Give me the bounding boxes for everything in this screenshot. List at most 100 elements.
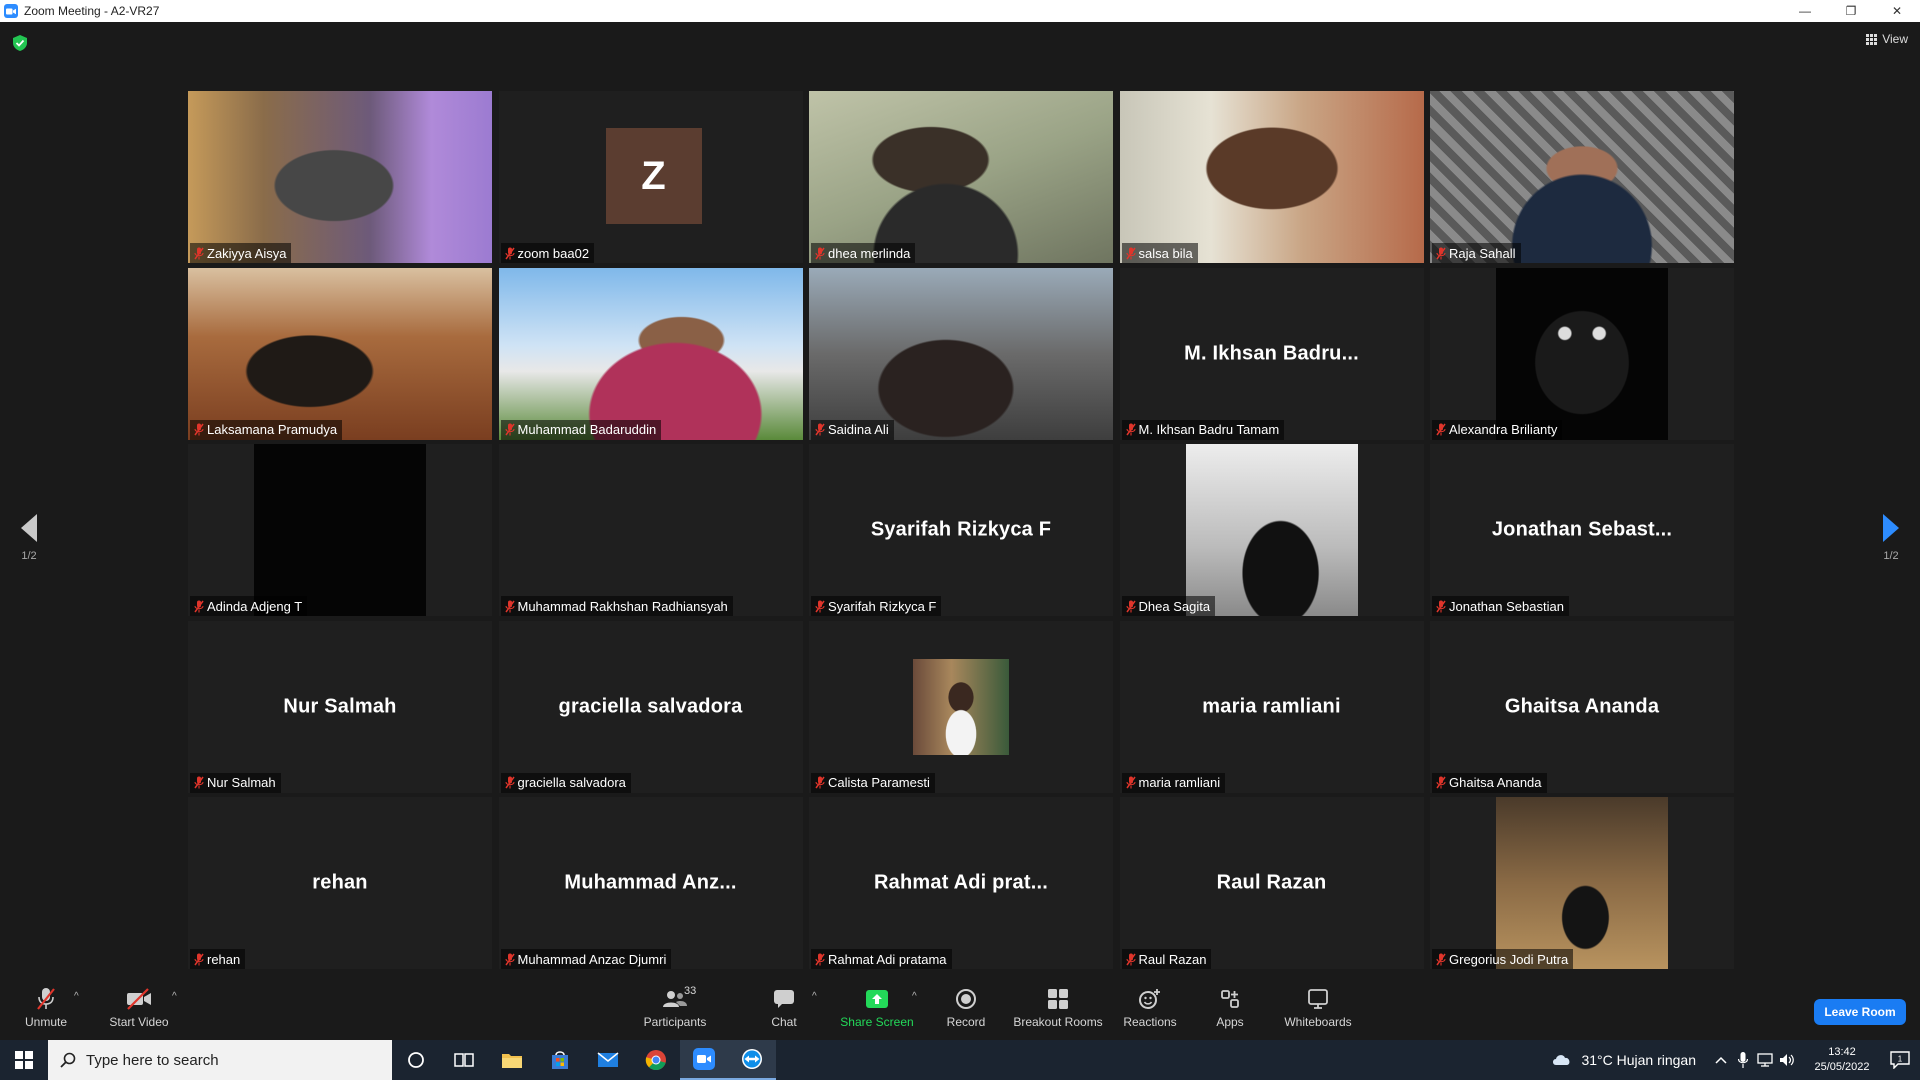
participant-tile[interactable]: Rahmat Adi prat... Rahmat Adi pratama — [809, 797, 1113, 969]
network-tray-icon[interactable] — [1754, 1053, 1776, 1067]
participant-tile[interactable]: Muhammad Badaruddin — [498, 267, 803, 440]
record-icon — [953, 987, 979, 1011]
taskbar-search-box[interactable]: Type here to search — [48, 1040, 392, 1080]
file-explorer-taskbar-icon[interactable] — [488, 1040, 536, 1080]
close-button[interactable]: ✕ — [1874, 0, 1920, 22]
chrome-icon — [645, 1050, 666, 1071]
show-hidden-icons-button[interactable] — [1710, 1056, 1732, 1064]
chat-button[interactable]: Chat — [764, 975, 804, 1040]
participant-name-label: salsa bila — [1121, 243, 1198, 263]
mail-taskbar-icon[interactable] — [584, 1040, 632, 1080]
breakout-rooms-label: Breakout Rooms — [1013, 1014, 1103, 1029]
restore-button[interactable]: ❐ — [1828, 0, 1874, 22]
previous-page-button[interactable]: 1/2 — [14, 514, 44, 562]
muted-mic-icon — [1125, 600, 1136, 613]
participant-tile[interactable]: Gregorius Jodi Putra — [1430, 797, 1734, 969]
participant-name-label: Adinda Adjeng T — [190, 596, 308, 616]
participant-tile[interactable]: Raja Sahall — [1430, 91, 1734, 263]
participant-name-label: zoom baa02 — [500, 243, 595, 263]
volume-tray-icon[interactable] — [1776, 1053, 1798, 1067]
participant-name-label: rehan — [190, 949, 246, 969]
whiteboards-button[interactable]: Whiteboards — [1280, 975, 1356, 1040]
cortana-button[interactable] — [392, 1040, 440, 1080]
chat-options-caret[interactable]: ^ — [812, 991, 817, 1002]
participant-tile[interactable]: Zakiyya Aisya — [188, 91, 492, 263]
action-center-button[interactable]: 1 — [1880, 1051, 1920, 1069]
participant-tile[interactable]: Adinda Adjeng T — [188, 444, 492, 616]
participant-name: Raja Sahall — [1449, 245, 1516, 261]
window-title: Zoom Meeting - A2-VR27 — [24, 4, 160, 18]
participant-tile[interactable]: maria ramliani maria ramliani — [1119, 620, 1424, 793]
participant-display-name: Syarifah Rizkyca F — [870, 518, 1052, 541]
participant-tile[interactable]: Alexandra Brilianty — [1430, 267, 1734, 440]
notification-icon: 1 — [1890, 1051, 1910, 1069]
participant-tile[interactable]: Dhea Sagita — [1119, 444, 1424, 616]
notification-count: 1 — [1898, 1055, 1903, 1064]
participants-icon: 33 — [662, 985, 696, 1011]
participant-display-name: Ghaitsa Ananda — [1504, 695, 1660, 717]
microsoft-store-taskbar-icon[interactable] — [536, 1040, 584, 1080]
cortana-circle-icon — [408, 1052, 424, 1068]
encryption-shield-icon[interactable] — [13, 35, 27, 51]
participant-tile[interactable]: rehan rehan — [188, 797, 492, 969]
next-page-button[interactable]: 1/2 — [1876, 514, 1906, 562]
audio-options-caret[interactable]: ^ — [74, 991, 79, 1002]
breakout-rooms-button[interactable]: Breakout Rooms — [1012, 975, 1104, 1040]
microphone-tray-icon[interactable] — [1732, 1052, 1754, 1068]
participant-tile[interactable]: Calista Paramesti — [809, 620, 1113, 793]
participant-tile[interactable]: graciella salvadora graciella salvadora — [498, 620, 803, 793]
clock-time: 13:42 — [1828, 1046, 1856, 1058]
muted-mic-icon — [1436, 953, 1446, 966]
participant-name-label: graciella salvadora — [500, 772, 631, 793]
participant-tile[interactable]: Nur Salmah Nur Salmah — [188, 620, 492, 793]
participant-name: Muhammad Badaruddin — [517, 422, 657, 437]
participant-tile[interactable]: Jonathan Sebast... Jonathan Sebastian — [1430, 444, 1734, 616]
participant-tile[interactable]: Muhammad Rakhshan Radhiansyah — [498, 444, 803, 616]
participant-name: Muhammad Rakhshan Radhiansyah — [517, 598, 728, 614]
weather-widget[interactable]: 31°C Hujan ringan — [1551, 1052, 1696, 1068]
participant-name-label: Raja Sahall — [1432, 243, 1521, 263]
share-screen-label: Share Screen — [840, 1014, 914, 1029]
video-options-caret[interactable]: ^ — [172, 991, 177, 1002]
zoom-taskbar-icon[interactable] — [680, 1040, 728, 1080]
share-screen-button[interactable]: Share Screen — [840, 975, 914, 1040]
page-indicator-right: 1/2 — [1883, 550, 1899, 562]
participants-button[interactable]: 33 Participants — [640, 975, 710, 1040]
participant-name-label: Muhammad Badaruddin — [500, 419, 662, 440]
participant-tile[interactable]: Laksamana Pramudya — [188, 267, 492, 440]
participant-tile[interactable]: Saidina Ali — [809, 267, 1113, 440]
unmute-button[interactable]: Unmute — [22, 975, 70, 1040]
participant-display-name: maria ramliani — [1202, 695, 1341, 717]
record-button[interactable]: Record — [940, 975, 992, 1040]
muted-mic-icon — [194, 247, 204, 260]
record-label: Record — [946, 1014, 986, 1029]
leave-room-button[interactable]: Leave Room — [1814, 999, 1906, 1025]
muted-mic-icon — [815, 247, 825, 260]
muted-mic-icon — [504, 776, 515, 789]
apps-button[interactable]: Apps — [1210, 975, 1250, 1040]
muted-mic-icon — [815, 423, 825, 436]
share-options-caret[interactable]: ^ — [912, 991, 917, 1002]
task-view-button[interactable] — [440, 1040, 488, 1080]
participant-tile[interactable]: Ghaitsa Ananda Ghaitsa Ananda — [1430, 620, 1734, 793]
participant-tile[interactable]: dhea merlinda — [809, 91, 1113, 263]
participant-display-name: Rahmat Adi prat... — [874, 871, 1048, 894]
participant-name-label: Syarifah Rizkyca F — [811, 596, 942, 616]
muted-mic-icon — [194, 600, 204, 613]
windows-start-button[interactable] — [0, 1040, 48, 1080]
taskbar-clock[interactable]: 13:42 25/05/2022 — [1804, 1045, 1880, 1075]
participant-tile[interactable]: Zzoom baa02 — [498, 91, 803, 263]
participant-tile[interactable]: Raul Razan Raul Razan — [1119, 797, 1424, 969]
start-video-button[interactable]: Start Video — [104, 975, 174, 1040]
minimize-button[interactable]: — — [1782, 0, 1828, 22]
reactions-button[interactable]: Reactions — [1122, 975, 1178, 1040]
teamviewer-taskbar-icon[interactable] — [728, 1040, 776, 1080]
participant-tile[interactable]: Syarifah Rizkyca F Syarifah Rizkyca F — [809, 444, 1113, 616]
participant-display-name: rehan — [312, 871, 368, 894]
view-button[interactable]: View — [1866, 32, 1908, 46]
participant-tile[interactable]: Muhammad Anz... Muhammad Anzac Djumri — [498, 797, 803, 969]
participant-tile[interactable]: salsa bila — [1119, 91, 1424, 263]
participant-tile[interactable]: M. Ikhsan Badru... M. Ikhsan Badru Tamam — [1119, 267, 1424, 440]
muted-mic-icon — [1125, 247, 1136, 260]
chrome-taskbar-icon[interactable] — [632, 1040, 680, 1080]
